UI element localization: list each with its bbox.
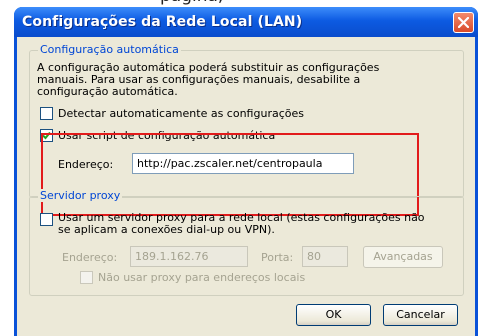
- use-script-label[interactable]: Usar script de configuração automática: [58, 129, 275, 142]
- ok-button[interactable]: OK: [296, 304, 371, 326]
- auto-config-group: Configuração automática A configuração a…: [29, 43, 464, 198]
- auto-config-description-line-3: configuração automática.: [37, 85, 178, 98]
- detect-settings-label[interactable]: Detectar automaticamente as configuraçõe…: [58, 107, 304, 120]
- dialog-body: Configuração automática A configuração a…: [17, 37, 475, 336]
- detect-settings-checkbox[interactable]: [40, 107, 53, 120]
- use-proxy-checkbox[interactable]: [40, 213, 53, 226]
- bypass-local-checkbox[interactable]: [80, 271, 93, 284]
- cropped-caption: página,: [0, 0, 480, 6]
- proxy-port-input[interactable]: 80: [302, 246, 348, 267]
- cancel-button[interactable]: Cancelar: [383, 304, 458, 326]
- checkmark-icon: [42, 131, 51, 140]
- bypass-local-label[interactable]: Não usar proxy para endereços locais: [98, 271, 305, 284]
- use-proxy-label-line-2[interactable]: se aplicam a conexões dial-up ou VPN).: [58, 223, 275, 236]
- script-address-label: Endereço:: [58, 158, 114, 171]
- proxy-legend: Servidor proxy: [38, 189, 123, 202]
- title-bar[interactable]: Configurações da Rede Local (LAN): [14, 7, 478, 37]
- close-icon: [458, 17, 469, 28]
- proxy-group: Servidor proxy Usar um servidor proxy pa…: [29, 189, 464, 296]
- auto-config-legend: Configuração automática: [38, 43, 181, 56]
- script-address-input[interactable]: http://pac.zscaler.net/centropaula: [132, 153, 354, 174]
- dialog-title: Configurações da Rede Local (LAN): [22, 14, 303, 30]
- proxy-address-input[interactable]: 189.1.162.76: [130, 246, 248, 267]
- lan-settings-dialog: Configurações da Rede Local (LAN) Config…: [14, 7, 478, 336]
- proxy-port-label: Porta:: [261, 251, 294, 264]
- close-button[interactable]: [453, 12, 474, 33]
- use-script-checkbox[interactable]: [40, 129, 53, 142]
- advanced-button[interactable]: Avançadas: [363, 246, 443, 268]
- proxy-address-label: Endereço:: [62, 251, 118, 264]
